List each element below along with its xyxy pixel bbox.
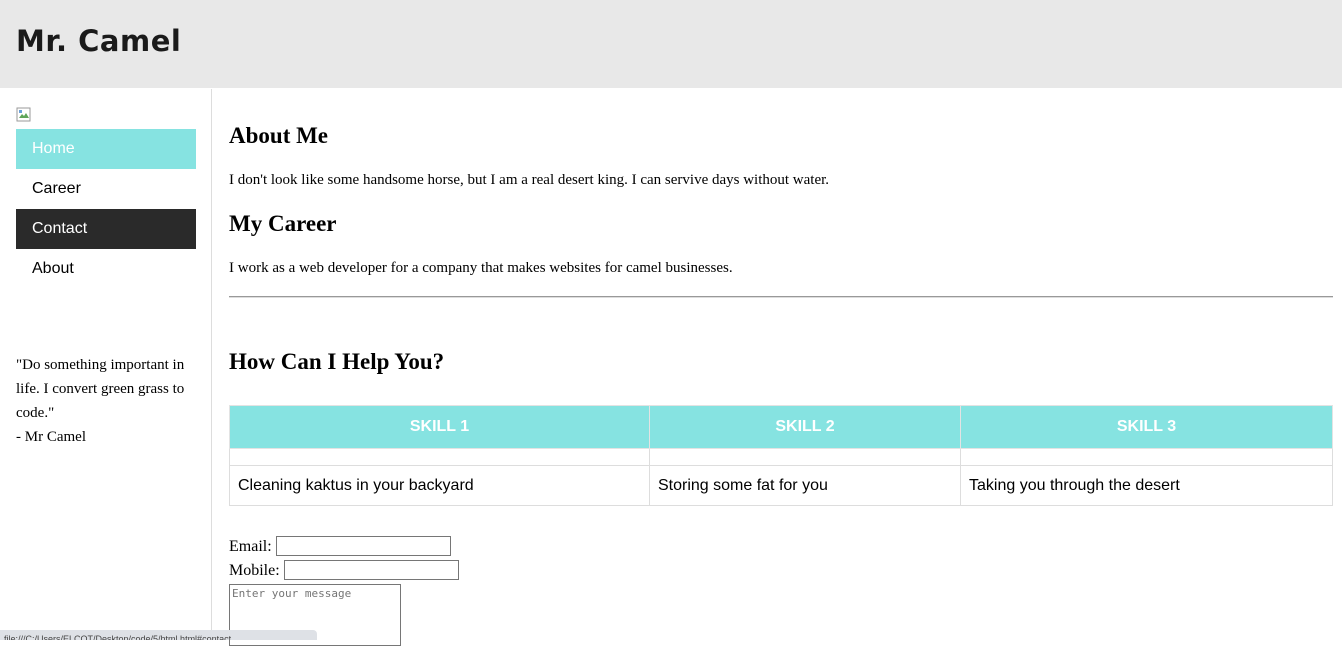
skills-table: SKILL 1 SKILL 2 SKILL 3 Cleaning kaktus … bbox=[229, 405, 1333, 506]
about-heading: About Me bbox=[229, 123, 329, 148]
sidebar-nav: Home Career Contact About bbox=[16, 129, 196, 289]
email-field[interactable] bbox=[275, 535, 451, 556]
table-cell: Cleaning kaktus in your backyard bbox=[229, 465, 650, 506]
broken-image-icon bbox=[16, 107, 31, 122]
career-heading: My Career bbox=[229, 211, 337, 236]
skill-header-3: SKILL 3 bbox=[960, 405, 1333, 449]
nav-item-home[interactable]: Home bbox=[16, 129, 196, 169]
nav-item-career[interactable]: Career bbox=[16, 169, 196, 209]
quote-author: - Mr Camel bbox=[16, 429, 86, 445]
site-title: Mr. Camel bbox=[16, 24, 182, 58]
sidebar-quote: "Do something important in life. I conve… bbox=[16, 353, 200, 449]
email-row: Email: bbox=[229, 535, 459, 559]
table-cell: Taking you through the desert bbox=[960, 465, 1333, 506]
mobile-row: Mobile: bbox=[229, 559, 459, 583]
status-bar-url: file:///C:/Users/ELCOT/Desktop/code/5/ht… bbox=[0, 630, 317, 640]
skill-header-2: SKILL 2 bbox=[649, 405, 961, 449]
table-header-row: SKILL 1 SKILL 2 SKILL 3 bbox=[229, 405, 1333, 449]
table-cell: Storing some fat for you bbox=[649, 465, 961, 506]
nav-item-contact[interactable]: Contact bbox=[16, 209, 196, 249]
table-row-empty bbox=[229, 448, 1333, 466]
quote-text: "Do something important in life. I conve… bbox=[16, 357, 185, 421]
about-text: I don't look like some handsome horse, b… bbox=[229, 172, 830, 188]
table-cell bbox=[960, 448, 1333, 466]
table-cell bbox=[229, 448, 650, 466]
table-cell bbox=[649, 448, 961, 466]
skill-header-1: SKILL 1 bbox=[229, 405, 650, 449]
page-header: Mr. Camel bbox=[0, 0, 1342, 88]
nav-item-about[interactable]: About bbox=[16, 249, 196, 289]
section-divider bbox=[229, 296, 1333, 298]
email-label: Email: bbox=[229, 538, 272, 555]
mobile-label: Mobile: bbox=[229, 562, 280, 579]
career-text: I work as a web developer for a company … bbox=[229, 260, 733, 276]
table-row: Cleaning kaktus in your backyard Storing… bbox=[229, 465, 1333, 506]
mobile-field[interactable] bbox=[283, 559, 459, 580]
sidebar: Home Career Contact About "Do something … bbox=[0, 89, 212, 640]
help-heading: How Can I Help You? bbox=[229, 349, 445, 374]
